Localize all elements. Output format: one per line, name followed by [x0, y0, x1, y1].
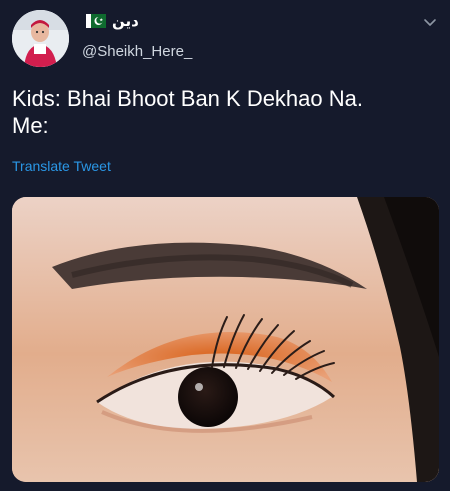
tweet-text: Kids: Bhai Bhoot Ban K Dekhao Na. Me:: [12, 86, 363, 138]
tweet-image[interactable]: [12, 197, 439, 482]
eye-closeup-photo: [12, 197, 439, 482]
avatar-photo: [12, 10, 69, 67]
translate-tweet-link[interactable]: Translate Tweet: [12, 158, 111, 174]
pakistan-flag-icon: [86, 14, 106, 28]
display-name-row[interactable]: دین: [86, 12, 139, 30]
display-name: دین: [112, 13, 139, 30]
chevron-down-icon[interactable]: [422, 14, 438, 30]
user-handle[interactable]: @Sheikh_Here_: [82, 43, 192, 60]
tweet-card: دین @Sheikh_Here_ Kids: Bhai Bhoot Ban K…: [0, 0, 450, 491]
avatar[interactable]: [12, 10, 69, 67]
